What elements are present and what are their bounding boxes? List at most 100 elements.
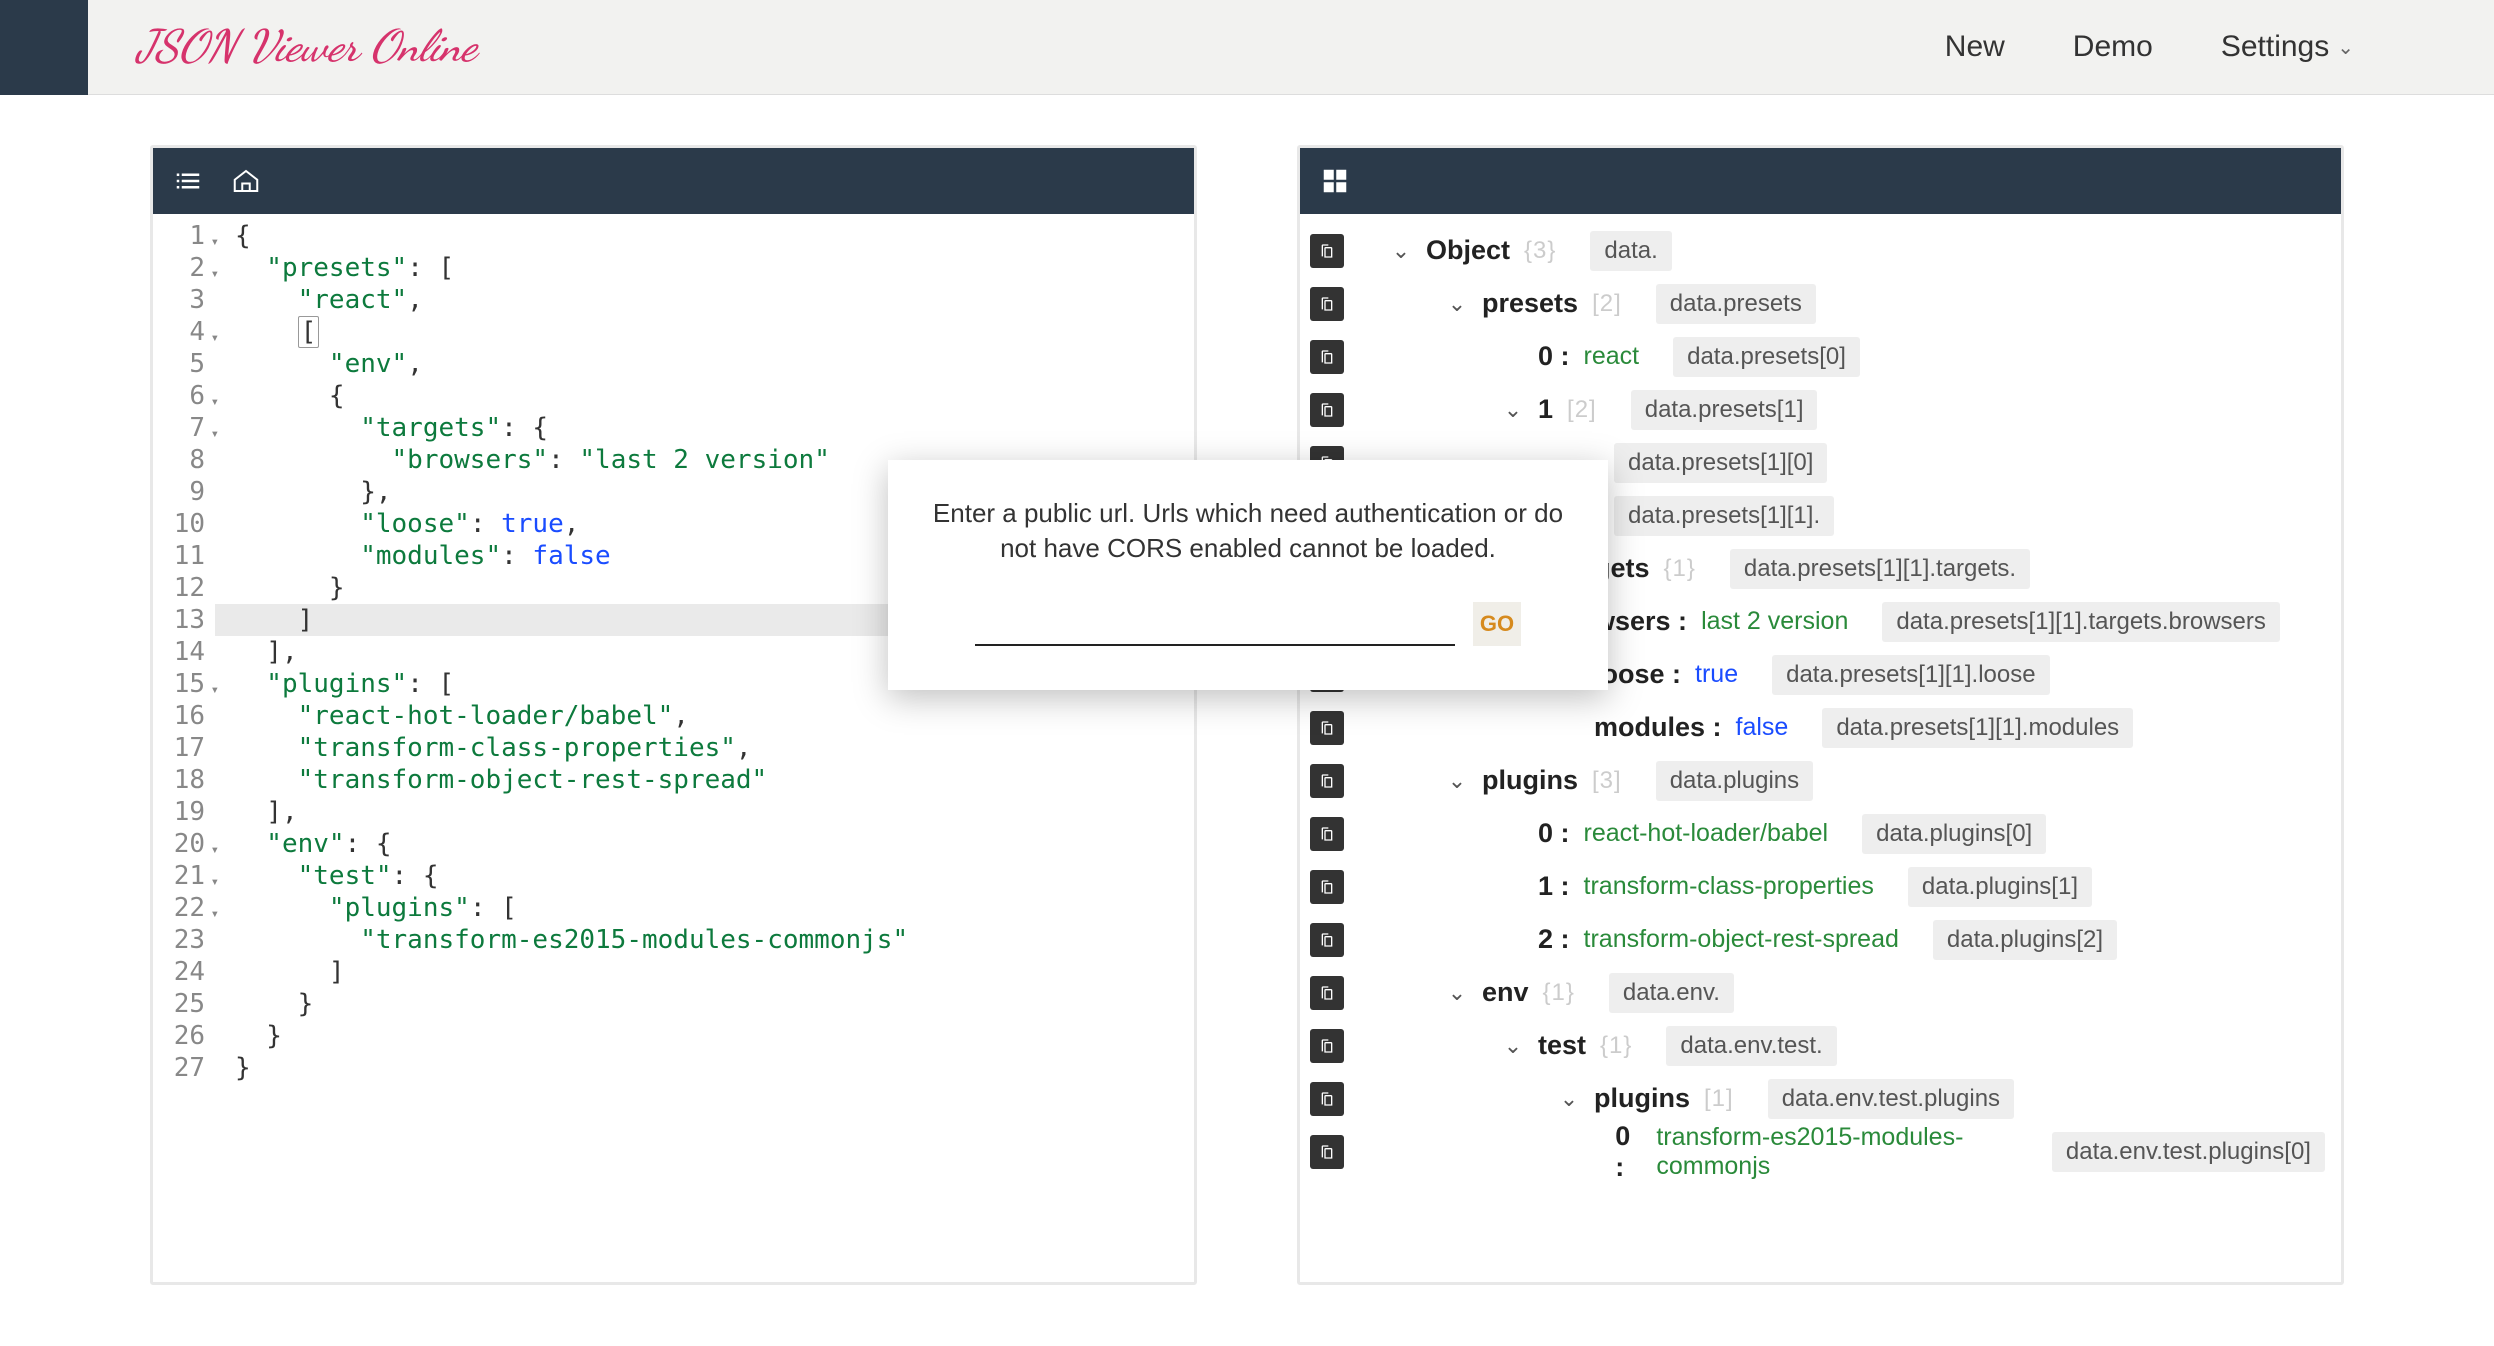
line-number: 25 xyxy=(153,988,205,1020)
tree-row[interactable]: 0 :reactdata.presets[0] xyxy=(1310,330,2325,383)
tree-row[interactable]: ⌄env{1}data.env. xyxy=(1310,966,2325,1019)
tree-path: data.presets[1][1]. xyxy=(1614,496,1834,536)
code-line[interactable]: "plugins": [ xyxy=(235,892,1194,924)
copy-icon[interactable] xyxy=(1310,764,1344,798)
nav-new[interactable]: New xyxy=(1945,30,2005,64)
code-line[interactable]: "env": { xyxy=(235,828,1194,860)
tree-row[interactable]: ⌄1[2]data.presets[1] xyxy=(1310,383,2325,436)
go-button[interactable]: GO xyxy=(1473,602,1521,646)
tree-count: {1} xyxy=(1543,979,1575,1007)
line-number: 1 xyxy=(153,220,205,252)
code-line[interactable]: { xyxy=(235,220,1194,252)
tree-value: transform-object-rest-spread xyxy=(1584,925,1899,954)
code-line[interactable]: } xyxy=(235,1052,1194,1084)
nav-settings[interactable]: Settings ⌄ xyxy=(2221,30,2354,64)
code-line[interactable]: "env", xyxy=(235,348,1194,380)
url-input[interactable] xyxy=(975,604,1455,646)
copy-icon[interactable] xyxy=(1310,870,1344,904)
tree-row[interactable]: 1 :transform-class-propertiesdata.plugin… xyxy=(1310,860,2325,913)
line-number: 24 xyxy=(153,956,205,988)
code-line[interactable]: "react", xyxy=(235,284,1194,316)
dialog-message: Enter a public url. Urls which need auth… xyxy=(928,496,1568,566)
line-number: 16 xyxy=(153,700,205,732)
tree-key: modules : xyxy=(1594,712,1722,743)
tree-path: data.plugins[1] xyxy=(1908,867,2092,907)
code-line[interactable]: "react-hot-loader/babel", xyxy=(235,700,1194,732)
line-number: 23 xyxy=(153,924,205,956)
code-line[interactable]: ] xyxy=(235,956,1194,988)
tree-row[interactable]: ⌄Object{3}data. xyxy=(1310,224,2325,277)
copy-icon[interactable] xyxy=(1310,923,1344,957)
chevron-down-icon[interactable]: ⌄ xyxy=(1446,768,1468,794)
line-number: 5 xyxy=(153,348,205,380)
tree-row[interactable]: 2 :transform-object-rest-spreaddata.plug… xyxy=(1310,913,2325,966)
copy-icon[interactable] xyxy=(1310,1029,1344,1063)
code-line[interactable]: "presets": [ xyxy=(235,252,1194,284)
tree-path: data.env.test.plugins xyxy=(1768,1079,2014,1119)
tree-row[interactable]: modules :falsedata.presets[1][1].modules xyxy=(1310,701,2325,754)
code-line[interactable]: "targets": { xyxy=(235,412,1194,444)
copy-icon[interactable] xyxy=(1310,287,1344,321)
tree-key: test xyxy=(1538,1030,1586,1061)
tree-key: 0 : xyxy=(1615,1121,1642,1183)
code-line[interactable]: } xyxy=(235,1020,1194,1052)
copy-icon[interactable] xyxy=(1310,711,1344,745)
chevron-down-icon[interactable]: ⌄ xyxy=(1502,1033,1524,1059)
tree-count: [2] xyxy=(1592,290,1622,318)
line-number: 6 xyxy=(153,380,205,412)
line-number: 22 xyxy=(153,892,205,924)
tree-count: {1} xyxy=(1600,1032,1632,1060)
tree-key: 2 : xyxy=(1538,924,1570,955)
nav-settings-label: Settings xyxy=(2221,30,2329,64)
tree-path: data.presets[1][1].targets. xyxy=(1730,549,2030,589)
house-icon[interactable] xyxy=(231,166,261,196)
line-number: 13 xyxy=(153,604,205,636)
code-line[interactable]: [ xyxy=(235,316,1194,348)
app-header: JSON Viewer Online New Demo Settings ⌄ xyxy=(0,0,2494,95)
copy-icon[interactable] xyxy=(1310,340,1344,374)
tree-value: last 2 version xyxy=(1701,607,1848,636)
chevron-down-icon[interactable]: ⌄ xyxy=(1558,1086,1580,1112)
code-line[interactable]: "test": { xyxy=(235,860,1194,892)
copy-icon[interactable] xyxy=(1310,1082,1344,1116)
tree-path: data.presets[1][1].targets.browsers xyxy=(1882,602,2280,642)
line-number: 2 xyxy=(153,252,205,284)
chevron-down-icon[interactable]: ⌄ xyxy=(1446,980,1468,1006)
nav-demo[interactable]: Demo xyxy=(2073,30,2153,64)
tree-path: data.env.test.plugins[0] xyxy=(2052,1132,2325,1172)
tree-path: data.plugins[0] xyxy=(1862,814,2046,854)
line-number: 26 xyxy=(153,1020,205,1052)
json-tree[interactable]: ⌄Object{3}data.⌄presets[2]data.presets 0… xyxy=(1300,214,2341,1188)
tree-row[interactable]: 0 :react-hot-loader/babeldata.plugins[0] xyxy=(1310,807,2325,860)
tree-value: transform-class-properties xyxy=(1584,872,1874,901)
copy-icon[interactable] xyxy=(1310,1135,1344,1169)
code-line[interactable]: } xyxy=(235,988,1194,1020)
tree-row[interactable]: ⌄test{1}data.env.test. xyxy=(1310,1019,2325,1072)
code-line[interactable]: "transform-object-rest-spread" xyxy=(235,764,1194,796)
numbered-list-icon[interactable] xyxy=(173,166,203,196)
copy-icon[interactable] xyxy=(1310,393,1344,427)
grid-icon[interactable] xyxy=(1320,166,1350,196)
tree-row[interactable]: ⌄presets[2]data.presets xyxy=(1310,277,2325,330)
tree-row[interactable]: 0 :transform-es2015-modules-commonjsdata… xyxy=(1310,1125,2325,1178)
code-line[interactable]: ], xyxy=(235,796,1194,828)
tree-count: {1} xyxy=(1664,555,1696,583)
tree-toolbar xyxy=(1300,148,2341,214)
copy-icon[interactable] xyxy=(1310,817,1344,851)
chevron-down-icon[interactable]: ⌄ xyxy=(1502,397,1524,423)
line-number: 4 xyxy=(153,316,205,348)
tree-row[interactable]: ⌄plugins[3]data.plugins xyxy=(1310,754,2325,807)
code-line[interactable]: { xyxy=(235,380,1194,412)
copy-icon[interactable] xyxy=(1310,976,1344,1010)
line-number: 20 xyxy=(153,828,205,860)
copy-icon[interactable] xyxy=(1310,234,1344,268)
chevron-down-icon[interactable]: ⌄ xyxy=(1390,238,1412,264)
code-line[interactable]: "transform-class-properties", xyxy=(235,732,1194,764)
tree-panel: ⌄Object{3}data.⌄presets[2]data.presets 0… xyxy=(1297,145,2344,1285)
chevron-down-icon[interactable]: ⌄ xyxy=(1446,291,1468,317)
tree-count: {3} xyxy=(1524,237,1556,265)
code-line[interactable]: "transform-es2015-modules-commonjs" xyxy=(235,924,1194,956)
line-number: 17 xyxy=(153,732,205,764)
tree-path: data.presets[1] xyxy=(1631,390,1818,430)
tree-row[interactable]: ⌄plugins[1]data.env.test.plugins xyxy=(1310,1072,2325,1125)
